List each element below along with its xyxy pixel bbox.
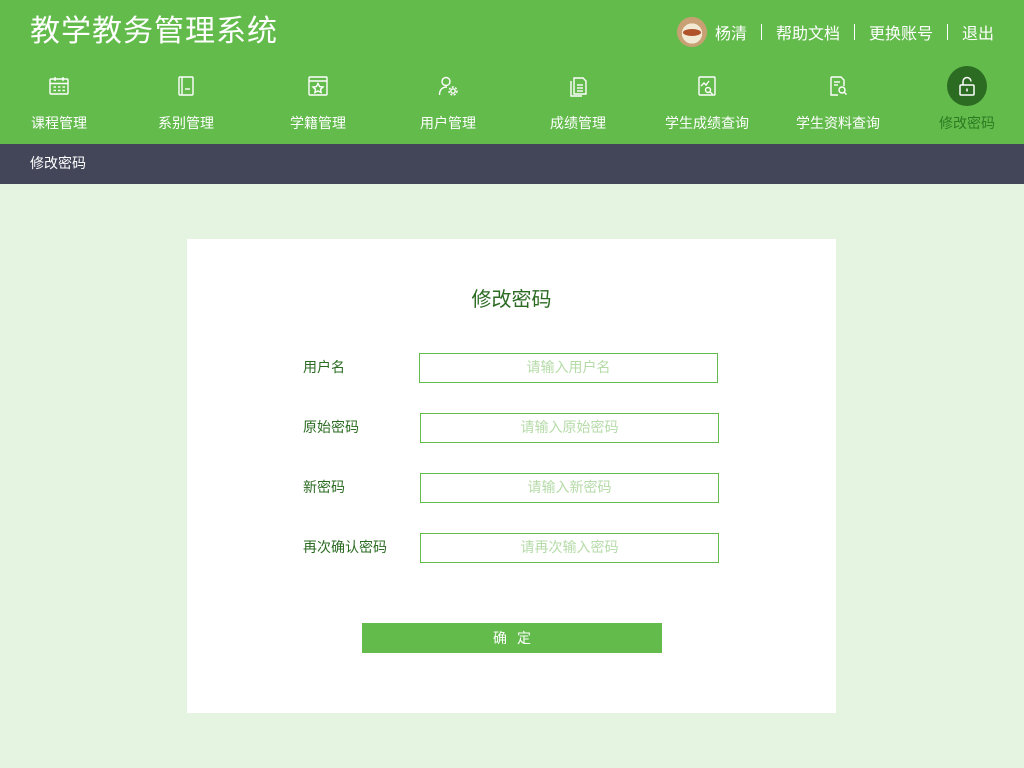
divider: [853, 24, 855, 40]
switch-account-link[interactable]: 更换账号: [869, 20, 933, 44]
nav-item-department[interactable]: 系别管理: [131, 62, 241, 144]
avatar[interactable]: [676, 17, 707, 47]
confirm-button[interactable]: 确定: [362, 623, 662, 653]
nav-label: 学生资料查询: [796, 116, 880, 132]
nav-item-profile-query[interactable]: 学生资料查询: [783, 62, 893, 144]
help-docs-link[interactable]: 帮助文档: [776, 20, 840, 44]
nav-item-grades[interactable]: 成绩管理: [523, 62, 633, 144]
change-password-card: 修改密码 用户名 原始密码 新密码 再次确认密码 确定: [187, 239, 836, 713]
divider: [946, 24, 948, 40]
new-password-label: 新密码: [303, 480, 345, 496]
main-nav: 课程管理 系别管理 学籍管理 用户管理 成绩管理 学生成绩查询 学生资料查询 修…: [0, 62, 1024, 144]
file-search-icon: [818, 66, 858, 106]
new-password-input[interactable]: [420, 473, 719, 503]
confirm-password-input[interactable]: [420, 533, 719, 563]
nav-item-course[interactable]: 课程管理: [4, 62, 114, 144]
nav-label: 课程管理: [31, 116, 87, 132]
breadcrumb-bar: 修改密码: [0, 144, 1024, 184]
nav-label: 用户管理: [420, 116, 476, 132]
nav-label: 学生成绩查询: [665, 116, 749, 132]
username-input[interactable]: [419, 353, 718, 383]
documents-icon: [558, 66, 598, 106]
nav-label: 学籍管理: [290, 116, 346, 132]
calendar-icon: [39, 66, 79, 106]
user-area: 杨清 帮助文档 更换账号 退出: [676, 16, 994, 48]
divider: [760, 24, 762, 40]
header-bar: 教学教务管理系统 杨清 帮助文档 更换账号 退出 课程管理 系别管理 学籍管理 …: [0, 0, 1024, 144]
breadcrumb: 修改密码: [30, 156, 86, 172]
nav-label: 系别管理: [158, 116, 214, 132]
star-card-icon: [298, 66, 338, 106]
chart-search-icon: [687, 66, 727, 106]
confirm-password-label: 再次确认密码: [303, 540, 387, 556]
form-title: 修改密码: [471, 287, 552, 311]
logout-link[interactable]: 退出: [962, 20, 994, 44]
nav-item-users[interactable]: 用户管理: [393, 62, 503, 144]
old-password-label: 原始密码: [303, 420, 359, 436]
nav-item-enrollment[interactable]: 学籍管理: [263, 62, 373, 144]
unlock-icon: [947, 66, 987, 106]
nav-item-change-password[interactable]: 修改密码: [912, 62, 1022, 144]
nav-label: 成绩管理: [550, 116, 606, 132]
username-label: 用户名: [303, 360, 345, 376]
user-gear-icon: [428, 66, 468, 106]
app-title: 教学教务管理系统: [30, 14, 278, 49]
nav-label: 修改密码: [939, 116, 995, 132]
book-icon: [166, 66, 206, 106]
nav-item-grade-query[interactable]: 学生成绩查询: [652, 62, 762, 144]
old-password-input[interactable]: [420, 413, 719, 443]
user-name[interactable]: 杨清: [715, 20, 747, 44]
